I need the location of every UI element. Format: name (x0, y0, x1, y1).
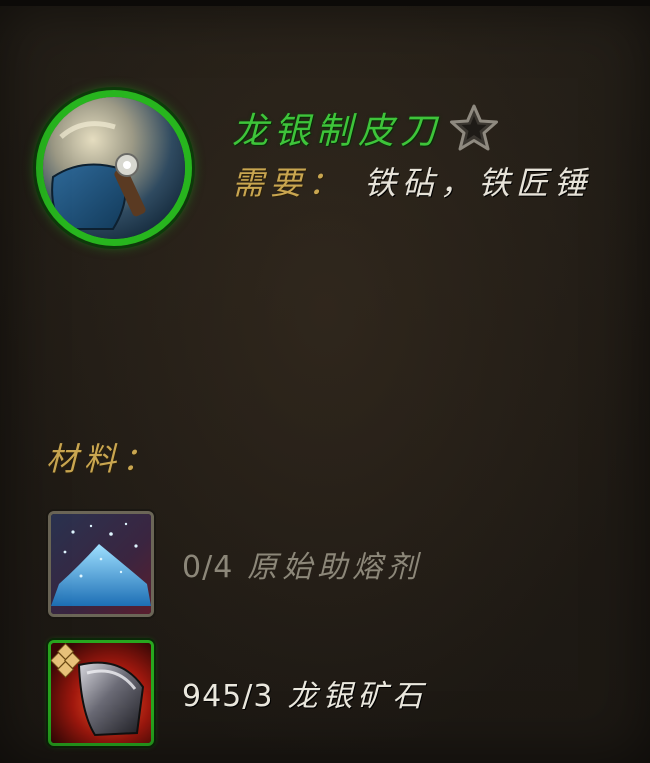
material-text: 0/4 原始助熔剂 (182, 542, 422, 586)
material-item-primal-flux[interactable]: 0/4 原始助熔剂 (48, 511, 422, 617)
recipe-tooltip-panel: 龙银制皮刀 需要： 铁砧，铁匠锤 材料： 0/4 原始助熔剂 945/3 龙银矿… (0, 0, 650, 763)
recipe-title-row: 龙银制皮刀 (232, 102, 500, 154)
recipe-title: 龙银制皮刀 (232, 111, 443, 152)
require-tools: 铁砧，铁匠锤 (364, 164, 593, 202)
material-count: 945/3 (182, 679, 274, 714)
skinning-knife-icon[interactable] (36, 90, 192, 246)
material-name: 龙银矿石 (287, 679, 428, 714)
primal-flux-icon-art (51, 514, 151, 614)
material-name: 原始助熔剂 (247, 550, 423, 585)
dragonsilver-ore-icon[interactable] (48, 640, 154, 746)
material-text: 945/3 龙银矿石 (182, 671, 427, 715)
require-label: 需要： (232, 164, 347, 202)
dragonsilver-ore-icon-art (51, 643, 151, 743)
material-item-dragonsilver-ore[interactable]: 945/3 龙银矿石 (48, 640, 427, 746)
star-outline-icon[interactable] (448, 102, 500, 154)
materials-heading: 材料： (46, 440, 161, 478)
skinning-knife-icon-art (43, 97, 185, 239)
material-count: 0/4 (182, 550, 234, 585)
requirement-line: 需要： 铁砧，铁匠锤 (232, 158, 592, 204)
primal-flux-icon[interactable] (48, 511, 154, 617)
